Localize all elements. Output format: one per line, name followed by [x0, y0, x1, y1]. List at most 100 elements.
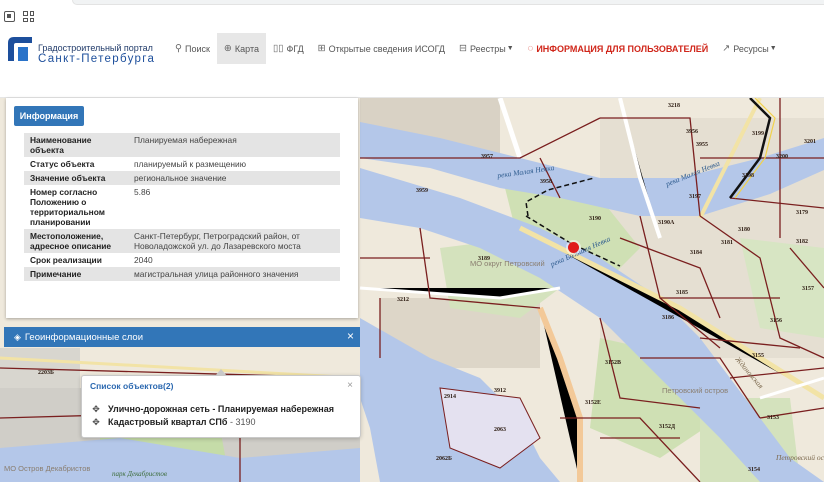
apps-grid-icon[interactable]: [23, 11, 34, 22]
quarter-label: 3152B: [605, 360, 622, 366]
table-row: Наименование объекта Планируемая набережн…: [24, 133, 340, 157]
object-name: Кадастровый квартал СПб: [108, 417, 228, 427]
nav-map-label: Карта: [234, 43, 259, 54]
info-value: Планируемая набережная: [128, 133, 340, 157]
layers-icon: ◈: [14, 331, 21, 342]
table-row: Срок реализации 2040: [24, 253, 340, 267]
quarter-label: 3957: [481, 154, 493, 160]
quarter-label: 3156: [770, 318, 782, 324]
quarter-label: 3912: [494, 388, 506, 394]
plus-square-icon: ⊞: [317, 43, 326, 54]
object-info-panel: Информация Наименование объекта Планируем…: [6, 98, 358, 318]
info-value: региональное значение: [128, 171, 340, 185]
list-item[interactable]: ✥ Кадастровый квартал СПб - 3190: [90, 417, 256, 428]
info-tab[interactable]: Информация: [14, 106, 84, 126]
book-icon: ▯▯: [272, 43, 284, 54]
geo-layers-bar[interactable]: ◈ Геоинформационные слои ×: [4, 327, 360, 347]
quarter-label: 3186: [662, 315, 674, 321]
quarter-label: 2063: [494, 427, 506, 433]
globe-icon: ⊕: [223, 43, 232, 54]
quarter-label: 2062Б: [436, 456, 452, 462]
quarter-label: 3198: [742, 173, 754, 179]
quarter-label: 3185: [676, 290, 688, 296]
quarter-label: 3218: [668, 103, 680, 109]
quarter-label: 3956: [686, 129, 698, 135]
brand-line-2[interactable]: Санкт-Петербурга: [38, 53, 155, 65]
object-name: Улично-дорожная сеть - Планируемая набер…: [108, 404, 335, 414]
info-value: 5.86: [134, 187, 151, 197]
quarter-label: 3955: [696, 142, 708, 148]
nav-user-info[interactable]: ◌ ИНФОРМАЦИЯ ДЛЯ ПОЛЬЗОВАТЕЛЕЙ: [521, 33, 716, 64]
address-bar[interactable]: [72, 0, 824, 5]
quarter-label: 3201: [804, 139, 816, 145]
nav-resources[interactable]: ↗ Ресурсы ▼: [715, 33, 783, 64]
info-key: Наименование объекта: [24, 133, 128, 157]
info-value: планируемый к размещению: [134, 159, 246, 169]
quarter-label: 3152Д: [659, 424, 676, 430]
table-row: Статус объекта планируемый к размещению: [24, 157, 340, 171]
list-item[interactable]: ✥ Улично-дорожная сеть - Планируемая набе…: [90, 404, 334, 415]
quarter-label: 3154: [748, 467, 760, 473]
nav-fgd[interactable]: ▯▯ ФГД: [266, 33, 311, 64]
nav-user-info-label: ИНФОРМАЦИЯ ДЛЯ ПОЛЬЗОВАТЕЛЕЙ: [536, 43, 709, 54]
selected-location-marker[interactable]: [568, 242, 579, 253]
quarter-label: 3152E: [585, 400, 602, 406]
quarter-label: 3212: [397, 297, 409, 303]
quarter-label: 3155: [752, 353, 764, 359]
info-key: Значение объекта: [24, 171, 128, 185]
info-value: 2040: [134, 255, 153, 265]
info-value: магистральная улица районного значения: [128, 267, 340, 281]
info-table: Наименование объекта Планируемая набережн…: [24, 133, 340, 281]
caret-down-icon: ▼: [506, 45, 514, 52]
caret-down-icon: ▼: [769, 45, 777, 52]
nav-registries[interactable]: ⊟ Реестры ▼: [452, 33, 521, 64]
window-icon[interactable]: [4, 11, 15, 22]
quarter-label: 3959: [416, 188, 428, 194]
info-key: Местоположение, адресное описание: [24, 229, 128, 253]
quarter-label: 3197: [689, 194, 701, 200]
site-header: Градостроительный портал Санкт-Петербург…: [0, 30, 824, 98]
info-key: Статус объекта: [30, 159, 95, 169]
browser-toolbar: [0, 0, 824, 30]
quarter-label: 3199: [752, 131, 764, 137]
nav-resources-label: Ресурсы: [733, 43, 769, 54]
move-icon: ✥: [92, 404, 100, 414]
nav-map[interactable]: ⊕ Карта: [216, 33, 266, 64]
quarter-label: 3190: [589, 216, 601, 222]
quarter-label: 3179: [796, 210, 808, 216]
quarter-label: 3157: [802, 286, 814, 292]
nav-fgd-label: ФГД: [286, 43, 304, 54]
geo-layers-title: Геоинформационные слои: [24, 331, 144, 343]
search-icon: ⚲: [175, 43, 182, 54]
info-key: Примечание: [24, 267, 128, 281]
table-row: Местоположение, адресное описание Санкт-П…: [24, 229, 340, 253]
table-row: Номер согласно Положению о территориальн…: [24, 185, 340, 229]
table-row: Значение объекта региональное значение: [24, 171, 340, 185]
close-icon[interactable]: ×: [347, 330, 354, 343]
object-number: - 3190: [229, 417, 256, 427]
move-icon: ✥: [92, 417, 100, 427]
nav-search-label: Поиск: [184, 43, 210, 54]
table-row: Примечание магистральная улица районного …: [24, 267, 340, 281]
quarter-label: 3184: [690, 250, 702, 256]
objects-list-popup: Список объектов(2) × ✥ Улично-дорожная се…: [81, 369, 361, 438]
objects-list-title: Список объектов(2): [90, 381, 174, 391]
nav-open-isogd[interactable]: ⊞ Открытые сведения ИСОГД: [311, 33, 452, 64]
quarter-label: 3180: [738, 227, 750, 233]
quarter-label: 3181: [721, 240, 733, 246]
brand-line-1[interactable]: Градостроительный портал: [38, 43, 153, 53]
nav-search[interactable]: ⚲ Поиск: [168, 33, 217, 64]
quarter-label: 3153: [767, 415, 779, 421]
table-icon: ⊟: [459, 43, 467, 54]
close-icon[interactable]: ×: [347, 380, 353, 391]
main-nav: ⚲ Поиск ⊕ Карта ▯▯ ФГД ⊞ Открытые сведен…: [168, 33, 784, 64]
info-key: Номер согласно Положению о территориальн…: [30, 187, 105, 227]
quarter-label: 3958: [540, 179, 552, 185]
external-link-icon: ↗: [722, 43, 731, 54]
nav-registries-label: Реестры: [470, 43, 506, 54]
quarter-label: 2203Б: [38, 370, 54, 376]
info-value: Санкт-Петербург, Петроградский район, от…: [128, 229, 340, 253]
chat-icon: ◌: [527, 43, 534, 54]
portal-logo-icon[interactable]: [6, 35, 34, 63]
info-key: Срок реализации: [30, 255, 102, 265]
